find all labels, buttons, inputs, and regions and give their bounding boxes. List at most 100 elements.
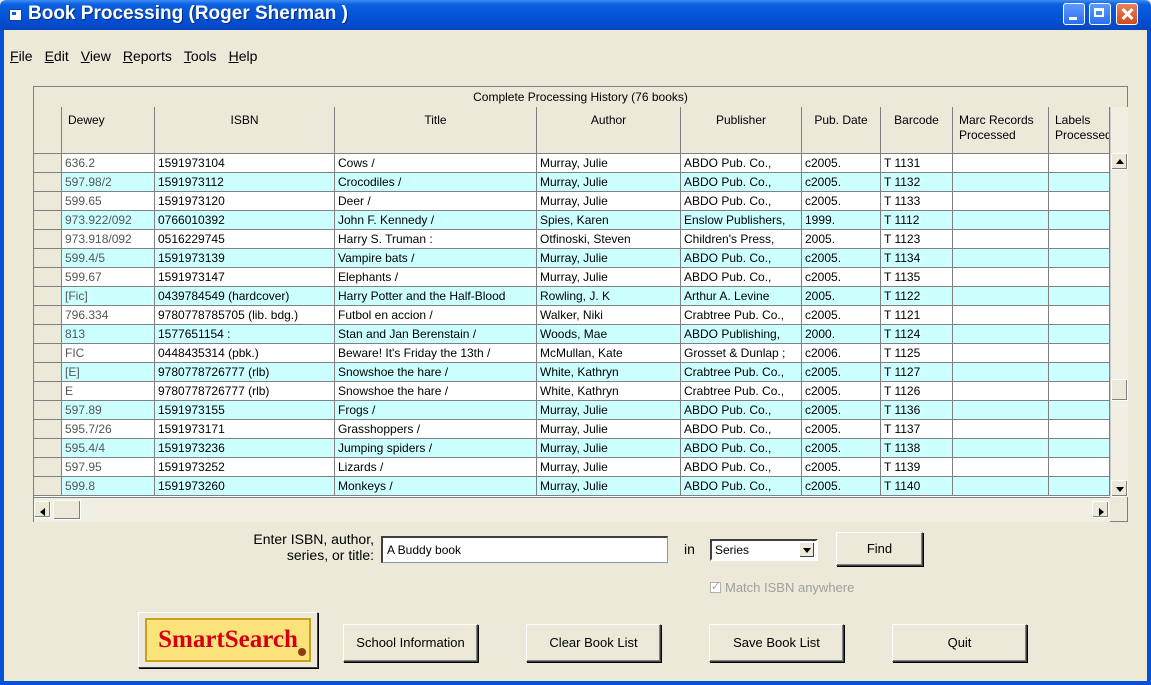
row-selector[interactable] [34, 458, 62, 476]
table-cell[interactable]: Murray, Julie [537, 401, 681, 419]
menu-reports[interactable]: Reports [117, 46, 178, 66]
row-selector[interactable] [34, 249, 62, 267]
table-cell[interactable]: 595.7/26 [62, 420, 155, 438]
quit-button[interactable]: Quit [892, 624, 1027, 662]
table-cell[interactable]: 1591973104 [155, 154, 335, 172]
table-cell[interactable]: c2005. [802, 420, 881, 438]
row-selector[interactable] [34, 268, 62, 286]
table-cell[interactable] [1049, 325, 1110, 343]
table-cell[interactable] [1049, 249, 1110, 267]
table-cell[interactable]: 1999. [802, 211, 881, 229]
search-input[interactable] [381, 536, 668, 563]
table-cell[interactable]: ABDO Pub. Co., [681, 154, 802, 172]
table-cell[interactable]: Children's Press, [681, 230, 802, 248]
row-selector[interactable] [34, 344, 62, 362]
table-cell[interactable]: 599.65 [62, 192, 155, 210]
table-cell[interactable]: [Fic] [62, 287, 155, 305]
row-selector[interactable] [34, 401, 62, 419]
table-cell[interactable] [1049, 306, 1110, 324]
table-cell[interactable] [953, 287, 1049, 305]
table-cell[interactable]: 599.4/5 [62, 249, 155, 267]
table-cell[interactable]: c2005. [802, 458, 881, 476]
row-selector[interactable] [34, 306, 62, 324]
vertical-scroll-thumb[interactable] [1111, 379, 1128, 401]
table-cell[interactable]: c2006. [802, 344, 881, 362]
table-cell[interactable]: 9780778726777 (rlb) [155, 382, 335, 400]
table-cell[interactable]: Spies, Karen [537, 211, 681, 229]
column-header[interactable]: ISBN [155, 107, 335, 153]
table-row[interactable]: 599.4/5 1591973139 Vampire bats / Murray, J… [34, 249, 1110, 268]
table-cell[interactable]: Stan and Jan Berenstain / [335, 325, 537, 343]
table-cell[interactable]: 1591973112 [155, 173, 335, 191]
row-selector[interactable] [34, 382, 62, 400]
table-cell[interactable]: Murray, Julie [537, 420, 681, 438]
table-row[interactable]: 599.67 1591973147 Elephants / Murray, Julie… [34, 268, 1110, 287]
table-cell[interactable]: c2005. [802, 268, 881, 286]
table-cell[interactable]: Deer / [335, 192, 537, 210]
table-cell[interactable]: 599.8 [62, 477, 155, 495]
column-header[interactable]: Barcode [881, 107, 953, 153]
table-cell[interactable]: 796.334 [62, 306, 155, 324]
table-cell[interactable] [953, 363, 1049, 381]
table-cell[interactable]: 9780778726777 (rlb) [155, 363, 335, 381]
table-cell[interactable] [1049, 363, 1110, 381]
table-cell[interactable]: White, Kathryn [537, 382, 681, 400]
table-row[interactable]: 973.918/092 0516229745 Harry S. Truman : Ot… [34, 230, 1110, 249]
scroll-right-button[interactable] [1092, 501, 1109, 518]
table-cell[interactable]: 9780778785705 (lib. bdg.) [155, 306, 335, 324]
table-cell[interactable]: c2005. [802, 439, 881, 457]
column-header[interactable]: Marc Records Processed [953, 107, 1049, 153]
table-cell[interactable]: Crocodiles / [335, 173, 537, 191]
table-row[interactable]: 813 1577651154 : Stan and Jan Berenstain /… [34, 325, 1110, 344]
table-cell[interactable]: c2005. [802, 306, 881, 324]
row-selector[interactable] [34, 363, 62, 381]
column-header[interactable]: Title [335, 107, 537, 153]
table-cell[interactable]: Frogs / [335, 401, 537, 419]
table-cell[interactable]: E [62, 382, 155, 400]
maximize-button[interactable] [1089, 3, 1111, 25]
table-cell[interactable] [953, 401, 1049, 419]
table-row[interactable]: [Fic] 0439784549 (hardcover) Harry Potter … [34, 287, 1110, 306]
table-cell[interactable]: ABDO Pub. Co., [681, 192, 802, 210]
table-cell[interactable]: Monkeys / [335, 477, 537, 495]
table-cell[interactable] [953, 306, 1049, 324]
table-cell[interactable]: ABDO Pub. Co., [681, 268, 802, 286]
horizontal-scrollbar[interactable] [34, 497, 1110, 522]
table-cell[interactable]: 813 [62, 325, 155, 343]
row-selector[interactable] [34, 439, 62, 457]
table-cell[interactable]: Harry S. Truman : [335, 230, 537, 248]
table-cell[interactable]: 599.67 [62, 268, 155, 286]
table-cell[interactable] [1049, 192, 1110, 210]
table-cell[interactable]: T 1126 [881, 382, 953, 400]
menu-tools[interactable]: Tools [178, 46, 223, 66]
table-cell[interactable] [953, 439, 1049, 457]
table-cell[interactable]: Murray, Julie [537, 268, 681, 286]
table-cell[interactable]: White, Kathryn [537, 363, 681, 381]
table-cell[interactable] [953, 230, 1049, 248]
table-cell[interactable] [953, 420, 1049, 438]
table-cell[interactable]: FIC [62, 344, 155, 362]
table-cell[interactable]: McMullan, Kate [537, 344, 681, 362]
row-selector[interactable] [34, 154, 62, 172]
table-cell[interactable]: Snowshoe the hare / [335, 382, 537, 400]
table-cell[interactable]: Murray, Julie [537, 439, 681, 457]
table-cell[interactable] [1049, 268, 1110, 286]
table-row[interactable]: 599.65 1591973120 Deer / Murray, Julie ABDO … [34, 192, 1110, 211]
table-cell[interactable]: T 1123 [881, 230, 953, 248]
table-cell[interactable]: T 1127 [881, 363, 953, 381]
table-cell[interactable]: c2005. [802, 249, 881, 267]
table-row[interactable]: E 9780778726777 (rlb) Snowshoe the hare / W… [34, 382, 1110, 401]
table-cell[interactable]: Murray, Julie [537, 192, 681, 210]
table-cell[interactable]: 1591973155 [155, 401, 335, 419]
table-cell[interactable]: Crabtree Pub. Co., [681, 382, 802, 400]
table-cell[interactable] [1049, 458, 1110, 476]
table-cell[interactable]: Crabtree Pub. Co., [681, 306, 802, 324]
row-selector[interactable] [34, 477, 62, 495]
row-selector[interactable] [34, 211, 62, 229]
vertical-scrollbar[interactable] [1110, 107, 1128, 497]
table-row[interactable]: 595.7/26 1591973171 Grasshoppers / Murray, … [34, 420, 1110, 439]
row-selector-header[interactable] [34, 107, 62, 153]
table-cell[interactable]: 2005. [802, 287, 881, 305]
table-cell[interactable] [953, 477, 1049, 495]
table-cell[interactable]: 597.95 [62, 458, 155, 476]
